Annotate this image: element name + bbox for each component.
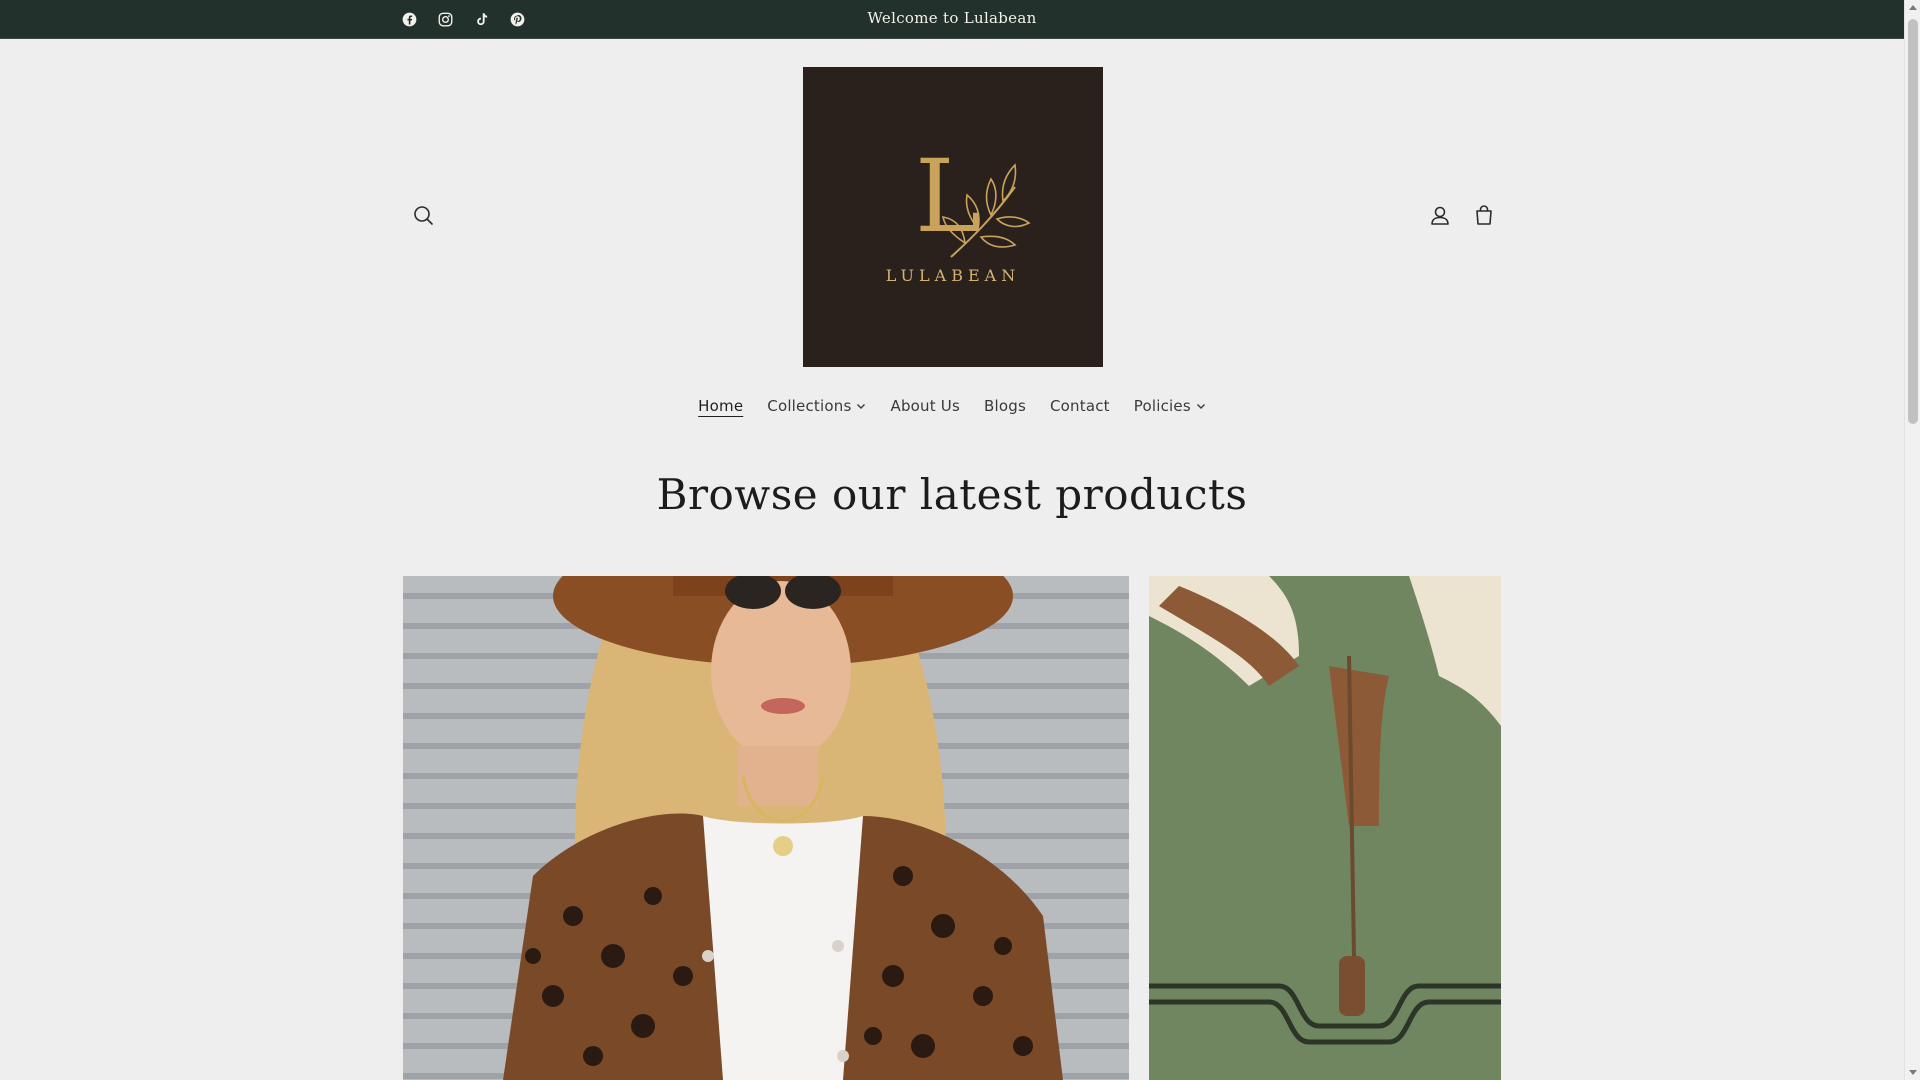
main-navigation: Home Collections About Us Blogs Contact …	[0, 393, 1904, 419]
nav-item-policies[interactable]: Policies	[1122, 393, 1218, 419]
nav-item-label: Contact	[1049, 397, 1110, 415]
nav-item-label: Home	[698, 397, 744, 415]
nav-item-label: Collections	[767, 397, 852, 415]
nav-item-label: About Us	[890, 397, 960, 415]
product-image	[1149, 576, 1501, 1080]
nav-item-about-us[interactable]: About Us	[878, 393, 972, 419]
chevron-down-icon	[1196, 401, 1206, 411]
cart-icon	[1476, 205, 1492, 225]
store-logo[interactable]: L LULABEAN	[803, 67, 1103, 367]
nav-item-contact[interactable]: Contact	[1038, 393, 1122, 419]
nav-item-label: Policies	[1133, 397, 1191, 415]
scroll-down-icon[interactable]	[1909, 1070, 1917, 1075]
product-image	[403, 576, 1129, 1080]
scroll-up-icon[interactable]	[1909, 5, 1917, 10]
announcement-bar: Welcome to Lulabean	[0, 0, 1904, 39]
logo-letter: L	[915, 138, 982, 255]
scrollbar-thumb[interactable]	[1908, 19, 1918, 424]
account-icon	[1431, 206, 1449, 225]
product-card-image-green-fleece[interactable]	[1149, 576, 1501, 1080]
nav-item-home[interactable]: Home	[686, 393, 755, 419]
section-title: Browse our latest products	[656, 470, 1248, 519]
account-button[interactable]	[1425, 201, 1455, 231]
nav-item-collections[interactable]: Collections	[755, 393, 878, 419]
nav-item-blogs[interactable]: Blogs	[972, 393, 1038, 419]
product-card-image-leopard-jacket[interactable]	[403, 576, 1129, 1080]
search-button[interactable]	[409, 201, 439, 231]
search-icon	[414, 206, 433, 225]
cart-button[interactable]	[1469, 201, 1499, 231]
nav-item-label: Blogs	[984, 397, 1026, 415]
page-scrollbar[interactable]	[1904, 0, 1920, 1080]
chevron-down-icon	[856, 401, 866, 411]
logo-wordmark: LULABEAN	[885, 266, 1021, 285]
announcement-text: Welcome to Lulabean	[867, 9, 1037, 27]
